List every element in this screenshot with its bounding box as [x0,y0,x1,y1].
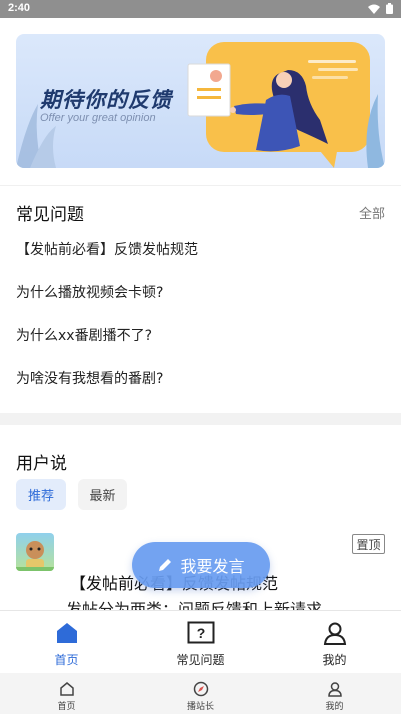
feedback-banner[interactable]: 期待你的反馈 Offer your great opinion [16,34,385,168]
banner-title: 期待你的反馈 [40,88,172,112]
pinned-badge: 置顶 [352,534,385,554]
tab-faq-label: 常见问题 [176,653,225,667]
nav-station-label: 播站长 [186,702,214,712]
tab-recommended[interactable]: 推荐 [16,479,66,510]
banner-subtitle: Offer your great opinion [40,112,156,124]
tab-home[interactable]: 首页 [0,611,133,674]
post-snippet[interactable]: 发帖分为两类：问题反馈和上新请求 [66,600,322,610]
faq-item[interactable]: 为什么播放视频会卡顿? [16,282,163,302]
tab-latest[interactable]: 最新 [78,479,127,510]
nav-mine[interactable]: 我的 [268,673,401,714]
tab-mine-label: 我的 [322,653,347,667]
faq-item[interactable]: 为啥没有我想看的番剧? [16,368,163,388]
faq-item[interactable]: 【发帖前必看】反馈发帖规范 [16,239,198,259]
nav-home-label: 首页 [57,702,76,712]
faq-all-link[interactable]: 全部 [359,203,385,222]
pencil-icon [159,559,172,571]
bottom-nav: 首页 播站长 我的 [0,673,401,714]
home-icon [59,682,74,696]
user-icon [323,622,346,645]
nav-station[interactable]: 播站长 [134,673,267,714]
user-icon [327,682,342,697]
fab-label: 我要发言 [180,557,245,576]
nav-mine-label: 我的 [325,702,344,712]
status-bar: 2:40 [0,0,401,18]
avatar-image [16,541,54,571]
section-divider [0,413,401,425]
avatar[interactable] [16,533,54,571]
tab-faq[interactable]: ? 常见问题 [134,611,267,674]
compass-icon [193,681,208,697]
status-time: 2:40 [8,2,31,14]
battery-icon [386,3,393,14]
user-says-title: 用户说 [16,454,67,474]
tab-mine[interactable]: 我的 [268,611,401,674]
tab-home-label: 首页 [54,653,79,667]
faq-item[interactable]: 为什么xx番剧播不了? [16,325,152,345]
post-fab-button[interactable]: 我要发言 [132,542,270,588]
divider [0,185,401,186]
question-icon: ? [187,621,214,644]
nav-home[interactable]: 首页 [0,673,133,714]
svg-text:?: ? [196,625,205,641]
tab-bar: 首页 ? 常见问题 我的 [0,610,401,673]
faq-section-title: 常见问题 [16,205,84,225]
home-icon [56,623,77,643]
wifi-icon [368,4,380,14]
